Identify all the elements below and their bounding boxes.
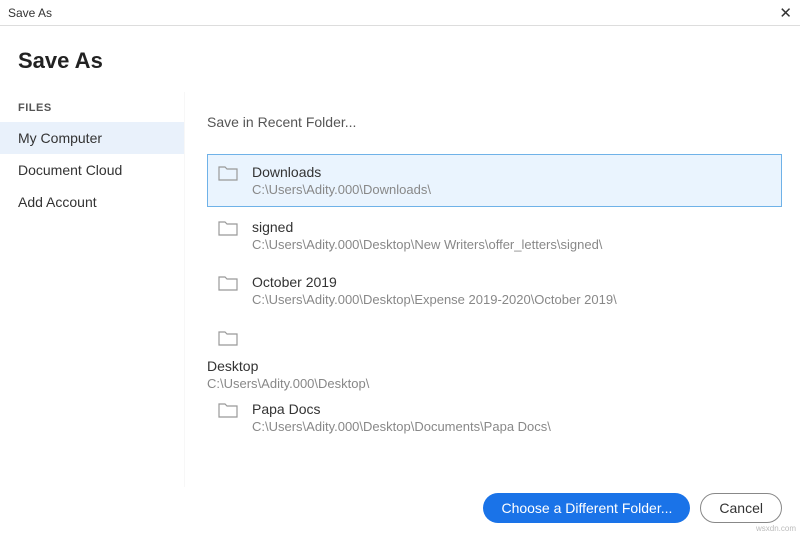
folder-path: C:\Users\Adity.000\Desktop\Expense 2019-… xyxy=(252,292,769,307)
content-area: FILES My Computer Document Cloud Add Acc… xyxy=(0,92,800,487)
main-panel: Save in Recent Folder... Downloads C:\Us… xyxy=(185,92,800,487)
sidebar-item-label: Add Account xyxy=(18,194,97,210)
folder-path: C:\Users\Adity.000\Downloads\ xyxy=(252,182,769,197)
sidebar-item-label: Document Cloud xyxy=(18,162,122,178)
close-icon[interactable]: ✕ xyxy=(762,4,792,22)
folder-icon xyxy=(218,402,238,418)
folder-icon xyxy=(218,165,238,181)
titlebar: Save As ✕ xyxy=(0,0,800,26)
folder-item[interactable]: signed C:\Users\Adity.000\Desktop\New Wr… xyxy=(207,209,782,262)
folder-name: October 2019 xyxy=(252,274,769,290)
folder-path: C:\Users\Adity.000\Desktop\Documents\Pap… xyxy=(252,419,769,434)
folder-text: Papa Docs C:\Users\Adity.000\Desktop\Doc… xyxy=(252,401,769,434)
dialog-title: Save As xyxy=(18,48,782,74)
folder-path: C:\Users\Adity.000\Desktop\ xyxy=(207,376,782,391)
folder-path: C:\Users\Adity.000\Desktop\New Writers\o… xyxy=(252,237,769,252)
folder-text: Downloads C:\Users\Adity.000\Downloads\ xyxy=(252,164,769,197)
folder-text: Desktop C:\Users\Adity.000\Desktop\ xyxy=(207,358,782,391)
folder-text: signed C:\Users\Adity.000\Desktop\New Wr… xyxy=(252,219,769,252)
folder-name: Desktop xyxy=(207,358,782,374)
folder-item[interactable]: Papa Docs C:\Users\Adity.000\Desktop\Doc… xyxy=(207,391,782,444)
folder-name: Downloads xyxy=(252,164,769,180)
window-title: Save As xyxy=(8,6,52,20)
cancel-button[interactable]: Cancel xyxy=(700,493,782,523)
dialog-header: Save As xyxy=(0,26,800,92)
folder-item[interactable]: October 2019 C:\Users\Adity.000\Desktop\… xyxy=(207,264,782,317)
folder-icon xyxy=(218,330,238,346)
folder-icon xyxy=(218,275,238,291)
sidebar-item-document-cloud[interactable]: Document Cloud xyxy=(0,154,184,186)
folder-icon xyxy=(218,220,238,236)
sidebar-item-label: My Computer xyxy=(18,130,102,146)
sidebar-heading: FILES xyxy=(0,102,184,122)
sidebar: FILES My Computer Document Cloud Add Acc… xyxy=(0,92,185,487)
folder-item[interactable]: Downloads C:\Users\Adity.000\Downloads\ xyxy=(207,154,782,207)
folder-item[interactable] xyxy=(207,319,782,356)
watermark: wsxdn.com xyxy=(756,524,796,533)
section-label: Save in Recent Folder... xyxy=(207,114,782,130)
dialog-footer: Choose a Different Folder... Cancel xyxy=(483,493,782,523)
folder-name: signed xyxy=(252,219,769,235)
recent-folder-list: Downloads C:\Users\Adity.000\Downloads\ … xyxy=(207,154,782,391)
sidebar-item-add-account[interactable]: Add Account xyxy=(0,186,184,218)
sidebar-item-my-computer[interactable]: My Computer xyxy=(0,122,184,154)
folder-text: October 2019 C:\Users\Adity.000\Desktop\… xyxy=(252,274,769,307)
choose-folder-button[interactable]: Choose a Different Folder... xyxy=(483,493,690,523)
folder-name: Papa Docs xyxy=(252,401,769,417)
